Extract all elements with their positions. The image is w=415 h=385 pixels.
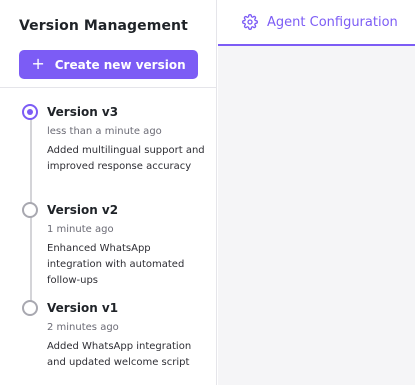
create-version-button[interactable]: + Create new version (19, 50, 198, 79)
version-name: Version v3 (47, 105, 119, 119)
tab-agent-configuration[interactable]: Agent Configuration (218, 0, 415, 46)
plus-icon: + (31, 54, 45, 73)
gear-icon (242, 14, 258, 30)
version-item[interactable]: Version v2 1 minute ago Enhanced WhatsAp… (0, 200, 216, 298)
version-radio[interactable] (22, 300, 38, 316)
version-item[interactable]: Version v3 less than a minute ago Added … (0, 102, 216, 200)
version-item[interactable]: Version v1 2 minutes ago Added WhatsApp … (0, 298, 216, 385)
version-name: Version v1 (47, 301, 119, 315)
tab-label: Agent Configuration (267, 14, 398, 30)
version-timestamp: 1 minute ago (47, 224, 114, 235)
version-radio[interactable] (22, 202, 38, 218)
version-sidebar: Version Management + Create new version … (0, 0, 217, 385)
create-version-label: Create new version (54, 57, 186, 72)
sidebar-title: Version Management (19, 18, 188, 34)
version-description: Enhanced WhatsApp integration with autom… (47, 243, 185, 286)
version-timestamp: less than a minute ago (47, 126, 162, 137)
sidebar-header: Version Management + Create new version (0, 0, 216, 88)
version-description: Added multilingual support and improved … (47, 145, 205, 172)
version-timestamp: 2 minutes ago (47, 322, 119, 333)
version-selected-radio[interactable] (22, 104, 38, 120)
main-panel: Agent Configuration (218, 0, 415, 385)
version-description: Added WhatsApp integration and updated w… (47, 341, 192, 368)
version-name: Version v2 (47, 203, 119, 217)
version-timeline: Version v3 less than a minute ago Added … (0, 88, 216, 385)
